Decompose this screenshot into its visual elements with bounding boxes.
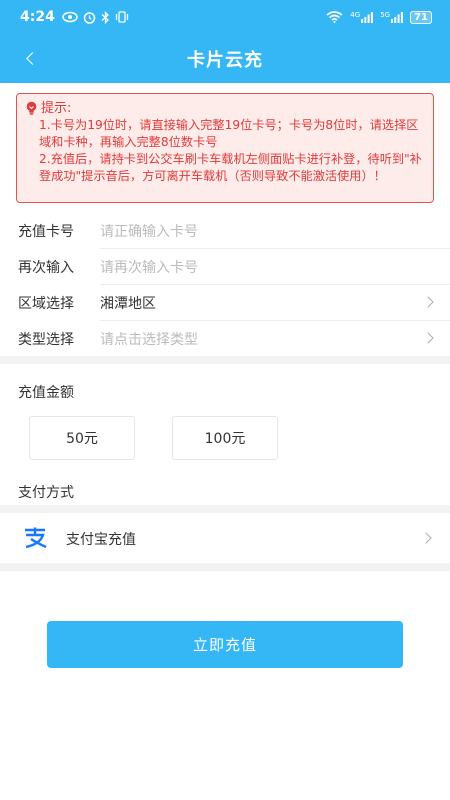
card-number-label: 充值卡号 <box>18 224 74 240</box>
status-icons-left <box>62 10 129 24</box>
notice-title-row: 提示: <box>25 100 423 117</box>
card-number-input[interactable]: 请正确输入卡号 <box>100 221 450 241</box>
confirm-number-row: 再次输入 请再次输入卡号 <box>0 249 450 285</box>
signal-4g-label: 4G <box>350 10 361 19</box>
section-separator <box>0 563 450 571</box>
section-separator <box>0 505 450 513</box>
payment-section-label: 支付方式 <box>18 485 74 501</box>
type-value: 请点击选择类型 <box>100 332 198 348</box>
status-right: 4G 5G 71 <box>326 10 432 24</box>
wifi-icon <box>326 11 343 23</box>
chevron-right-icon <box>420 532 432 544</box>
nav-bar: 卡片云充 <box>0 34 450 83</box>
page-title: 卡片云充 <box>187 49 263 71</box>
notice-title: 提示: <box>41 101 72 116</box>
amount-option-100[interactable]: 100元 <box>172 416 278 460</box>
notice-line-1: 1.卡号为19位时，请直接输入完整19位卡号；卡号为8位时，请选择区域和卡种，再… <box>39 118 419 149</box>
amount-section-label: 充值金额 <box>18 385 74 401</box>
signal-5g-label: 5G <box>380 10 391 19</box>
recharge-form: 充值卡号 请正确输入卡号 再次输入 请再次输入卡号 区域选择 湘潭地区 类型选择… <box>0 213 450 357</box>
region-select-row[interactable]: 区域选择 湘潭地区 <box>0 285 450 321</box>
vibrate-icon <box>115 10 128 23</box>
back-button[interactable] <box>14 42 46 74</box>
type-label: 类型选择 <box>18 332 74 348</box>
bluetooth-icon <box>101 10 109 24</box>
notice-box: 提示: 1.卡号为19位时，请直接输入完整19位卡号；卡号为8位时，请选择区域和… <box>16 93 434 203</box>
alipay-icon <box>25 527 47 549</box>
confirm-number-input[interactable]: 请再次输入卡号 <box>100 257 450 277</box>
confirm-number-label: 再次输入 <box>18 260 74 276</box>
chevron-left-icon <box>25 51 39 65</box>
amount-option-50[interactable]: 50元 <box>29 416 135 460</box>
type-select-row[interactable]: 类型选择 请点击选择类型 <box>0 321 450 357</box>
status-time: 4:24 <box>20 9 55 25</box>
battery-indicator: 71 <box>410 10 432 24</box>
alipay-label: 支付宝充值 <box>66 532 136 548</box>
notice-line-2: 2.充值后，请持卡到公交车刷卡车载机左侧面贴卡进行补登，待听到"补登成功"提示音… <box>39 152 422 183</box>
card-number-row: 充值卡号 请正确输入卡号 <box>0 213 450 249</box>
alarm-icon <box>83 11 96 24</box>
region-value: 湘潭地区 <box>100 296 156 312</box>
eye-icon <box>62 11 78 22</box>
alipay-option[interactable]: 支付宝充值 <box>0 513 450 563</box>
lightbulb-icon <box>26 101 37 115</box>
recharge-submit-button[interactable]: 立即充值 <box>47 621 403 668</box>
signal-5g-icon: 5G <box>380 10 403 23</box>
signal-4g-icon: 4G <box>350 10 374 23</box>
section-separator <box>0 356 450 364</box>
status-bar: 4:24 4G 5G 71 <box>0 0 450 34</box>
region-label: 区域选择 <box>18 296 74 312</box>
status-left: 4:24 <box>20 9 129 25</box>
app-header: 4:24 4G 5G 71 卡片云充 <box>0 0 450 83</box>
